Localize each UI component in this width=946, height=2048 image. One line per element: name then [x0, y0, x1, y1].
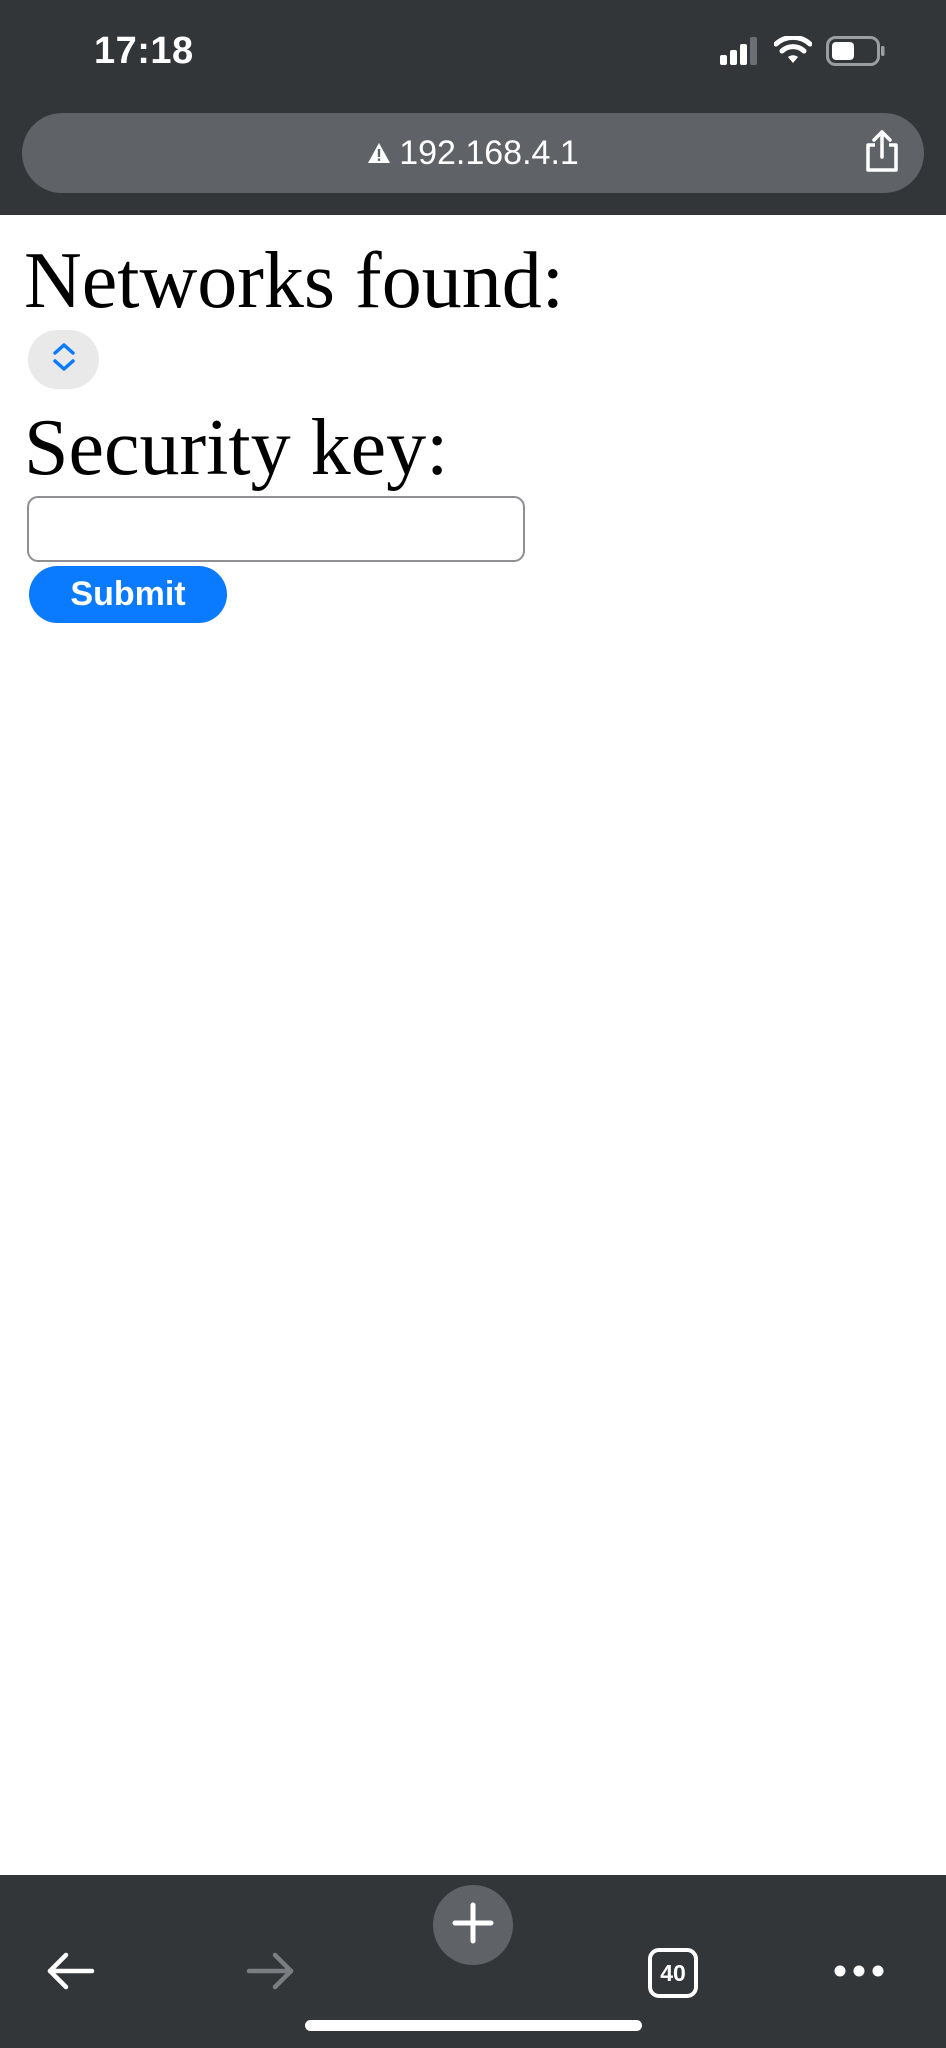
more-icon: [833, 1964, 885, 1983]
wifi-icon: [773, 34, 813, 71]
status-icons: [720, 34, 886, 71]
battery-icon: [826, 35, 886, 71]
tab-switcher-button[interactable]: 40: [628, 1923, 718, 2023]
more-button[interactable]: [814, 1923, 904, 2023]
chevron-up-down-icon: [51, 341, 77, 378]
security-key-input[interactable]: [27, 496, 525, 562]
forward-arrow-icon: [245, 1951, 297, 1996]
network-select[interactable]: [28, 330, 99, 389]
address-content: 192.168.4.1: [22, 113, 924, 193]
address-bar[interactable]: 192.168.4.1: [22, 113, 924, 193]
security-key-heading: Security key:: [24, 404, 449, 492]
tab-count: 40: [648, 1948, 698, 1998]
home-indicator[interactable]: [305, 2020, 642, 2031]
url-text: 192.168.4.1: [399, 133, 579, 172]
forward-button[interactable]: [226, 1923, 316, 2023]
page-content: Networks found: Security key: Submit: [0, 215, 946, 1875]
new-tab-button[interactable]: [433, 1885, 513, 1965]
networks-heading: Networks found:: [24, 237, 564, 325]
share-button[interactable]: [858, 129, 906, 177]
cellular-signal-icon: [720, 36, 760, 70]
plus-icon: [451, 1901, 495, 1950]
back-arrow-icon: [44, 1951, 96, 1996]
status-time: 17:18: [94, 30, 194, 72]
browser-top-bar: 17:18 192.168.4.1: [0, 0, 946, 215]
warning-icon: [367, 134, 391, 173]
back-button[interactable]: [25, 1923, 115, 2023]
submit-button[interactable]: Submit: [29, 566, 227, 623]
share-icon: [862, 129, 902, 178]
